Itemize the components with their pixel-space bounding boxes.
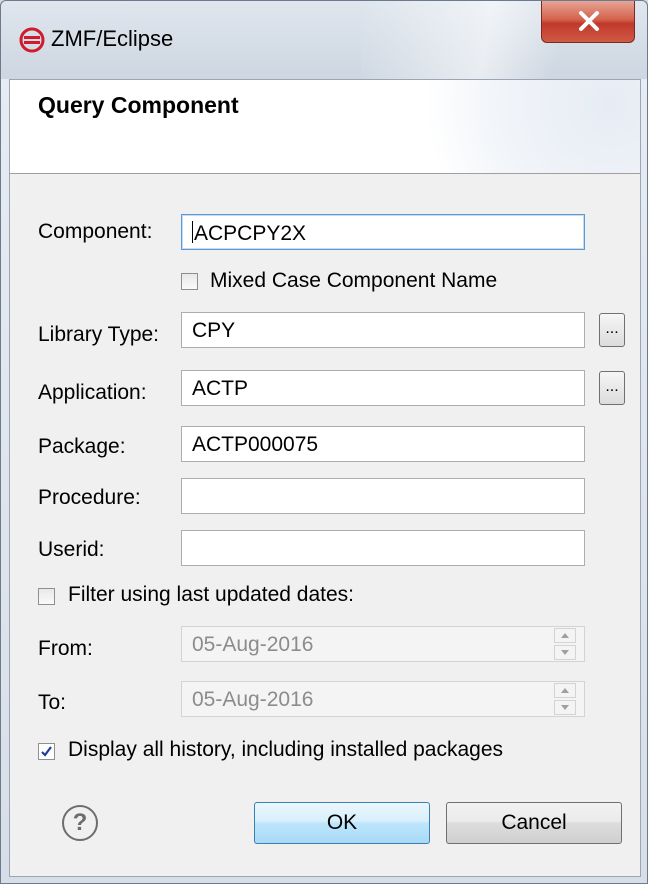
spin-down-icon — [561, 705, 569, 710]
to-date-spin-down[interactable] — [554, 700, 576, 715]
help-button[interactable]: ? — [62, 805, 98, 841]
to-date-spin-up[interactable] — [554, 683, 576, 698]
display-history-label[interactable]: Display all history, including installed… — [68, 738, 503, 762]
mixed-case-checkbox[interactable] — [181, 273, 198, 290]
package-value: ACTP000075 — [192, 433, 319, 456]
from-date-spinner[interactable] — [554, 628, 576, 660]
package-input[interactable]: ACTP000075 — [181, 426, 585, 462]
application-value: ACTP — [192, 377, 249, 400]
application-input[interactable]: ACTP — [181, 370, 585, 406]
from-date-value: 05-Aug-2016 — [192, 633, 314, 656]
to-date-spinner[interactable] — [554, 683, 576, 715]
dialog-heading: Query Component — [38, 92, 239, 118]
ok-button[interactable]: OK — [254, 802, 430, 844]
help-icon: ? — [72, 809, 88, 836]
mixed-case-label[interactable]: Mixed Case Component Name — [210, 269, 497, 293]
component-value: ACPCPY2X — [194, 222, 307, 245]
to-date-input[interactable]: 05-Aug-2016 — [181, 681, 585, 717]
to-label: To: — [38, 691, 67, 714]
close-button[interactable] — [541, 1, 635, 43]
close-icon — [579, 11, 599, 31]
userid-label: Userid: — [38, 538, 105, 561]
title-bar[interactable]: ZMF/Eclipse — [1, 1, 647, 79]
to-date-value: 05-Aug-2016 — [192, 688, 314, 711]
display-history-checkbox[interactable] — [38, 743, 55, 760]
cancel-button[interactable]: Cancel — [446, 802, 622, 844]
check-icon — [41, 746, 52, 757]
from-date-input[interactable]: 05-Aug-2016 — [181, 626, 585, 662]
component-input[interactable]: ACPCPY2X — [181, 214, 585, 250]
component-label: Component: — [38, 220, 153, 243]
userid-input[interactable] — [181, 530, 585, 566]
title-area: Query Component — [10, 80, 640, 174]
library-type-input[interactable]: CPY — [181, 312, 585, 348]
procedure-label: Procedure: — [38, 486, 141, 509]
serena-logo-icon — [19, 27, 45, 53]
spin-up-icon — [561, 688, 569, 693]
from-date-spin-up[interactable] — [554, 628, 576, 643]
from-label: From: — [38, 637, 93, 660]
package-label: Package: — [38, 435, 126, 458]
dialog-window: ZMF/Eclipse Query Component Component: A… — [0, 0, 648, 884]
spin-up-icon — [561, 633, 569, 638]
text-caret — [192, 221, 193, 243]
from-date-spin-down[interactable] — [554, 645, 576, 660]
banner-decoration — [400, 80, 640, 173]
library-type-value: CPY — [192, 319, 236, 342]
procedure-input[interactable] — [181, 478, 585, 514]
window-title: ZMF/Eclipse — [51, 26, 174, 51]
filter-dates-label[interactable]: Filter using last updated dates: — [68, 583, 354, 607]
spin-down-icon — [561, 650, 569, 655]
library-type-label: Library Type: — [38, 323, 160, 346]
library-type-browse-button[interactable]: ... — [599, 313, 625, 347]
filter-dates-checkbox[interactable] — [38, 588, 55, 605]
dialog-body: Query Component Component: ACPCPY2X Mixe… — [9, 79, 641, 877]
application-browse-button[interactable]: ... — [599, 371, 625, 405]
application-label: Application: — [38, 381, 147, 404]
